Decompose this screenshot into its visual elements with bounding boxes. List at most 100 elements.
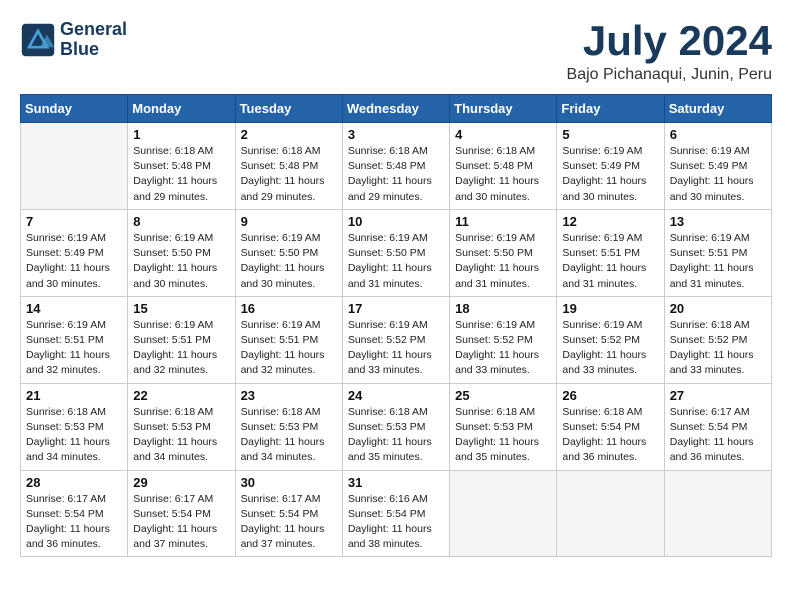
calendar-cell: 26 Sunrise: 6:18 AMSunset: 5:54 PMDayligh…	[557, 383, 664, 470]
column-header-monday: Monday	[128, 95, 235, 123]
calendar-cell: 30 Sunrise: 6:17 AMSunset: 5:54 PMDayligh…	[235, 470, 342, 557]
day-info: Sunrise: 6:19 AMSunset: 5:50 PMDaylight:…	[241, 231, 337, 292]
day-number: 16	[241, 301, 337, 316]
day-info: Sunrise: 6:17 AMSunset: 5:54 PMDaylight:…	[133, 492, 229, 553]
day-number: 14	[26, 301, 122, 316]
calendar-cell: 24 Sunrise: 6:18 AMSunset: 5:53 PMDayligh…	[342, 383, 449, 470]
day-info: Sunrise: 6:19 AMSunset: 5:51 PMDaylight:…	[670, 231, 766, 292]
day-info: Sunrise: 6:18 AMSunset: 5:53 PMDaylight:…	[133, 405, 229, 466]
day-info: Sunrise: 6:17 AMSunset: 5:54 PMDaylight:…	[670, 405, 766, 466]
day-info: Sunrise: 6:19 AMSunset: 5:52 PMDaylight:…	[562, 318, 658, 379]
day-info: Sunrise: 6:17 AMSunset: 5:54 PMDaylight:…	[241, 492, 337, 553]
calendar-cell	[450, 470, 557, 557]
calendar-cell: 25 Sunrise: 6:18 AMSunset: 5:53 PMDayligh…	[450, 383, 557, 470]
day-number: 22	[133, 388, 229, 403]
calendar-cell	[664, 470, 771, 557]
day-info: Sunrise: 6:19 AMSunset: 5:51 PMDaylight:…	[133, 318, 229, 379]
day-number: 11	[455, 214, 551, 229]
logo-line2: Blue	[60, 40, 127, 60]
calendar-cell: 9 Sunrise: 6:19 AMSunset: 5:50 PMDaylight…	[235, 209, 342, 296]
calendar-week-row: 14 Sunrise: 6:19 AMSunset: 5:51 PMDayligh…	[21, 296, 772, 383]
calendar-week-row: 1Sunrise: 6:18 AMSunset: 5:48 PMDaylight…	[21, 123, 772, 210]
calendar-cell: 3Sunrise: 6:18 AMSunset: 5:48 PMDaylight…	[342, 123, 449, 210]
day-info: Sunrise: 6:19 AMSunset: 5:52 PMDaylight:…	[455, 318, 551, 379]
calendar-cell: 21Sunrise: 6:18 AMSunset: 5:53 PMDayligh…	[21, 383, 128, 470]
day-info: Sunrise: 6:18 AMSunset: 5:54 PMDaylight:…	[562, 405, 658, 466]
calendar-cell: 11 Sunrise: 6:19 AMSunset: 5:50 PMDayligh…	[450, 209, 557, 296]
location-subtitle: Bajo Pichanaqui, Junin, Peru	[567, 66, 772, 84]
calendar-week-row: 21Sunrise: 6:18 AMSunset: 5:53 PMDayligh…	[21, 383, 772, 470]
calendar-cell: 4 Sunrise: 6:18 AMSunset: 5:48 PMDaylight…	[450, 123, 557, 210]
calendar-header-row: SundayMondayTuesdayWednesdayThursdayFrid…	[21, 95, 772, 123]
logo-text: General Blue	[60, 20, 127, 60]
day-info: Sunrise: 6:18 AMSunset: 5:48 PMDaylight:…	[241, 144, 337, 205]
calendar-cell	[557, 470, 664, 557]
day-info: Sunrise: 6:19 AMSunset: 5:49 PMDaylight:…	[562, 144, 658, 205]
calendar-cell: 13 Sunrise: 6:19 AMSunset: 5:51 PMDayligh…	[664, 209, 771, 296]
calendar-cell: 29 Sunrise: 6:17 AMSunset: 5:54 PMDayligh…	[128, 470, 235, 557]
column-header-tuesday: Tuesday	[235, 95, 342, 123]
day-number: 24	[348, 388, 444, 403]
calendar-cell: 6 Sunrise: 6:19 AMSunset: 5:49 PMDaylight…	[664, 123, 771, 210]
calendar-cell: 7Sunrise: 6:19 AMSunset: 5:49 PMDaylight…	[21, 209, 128, 296]
calendar-cell: 23 Sunrise: 6:18 AMSunset: 5:53 PMDayligh…	[235, 383, 342, 470]
day-info: Sunrise: 6:18 AMSunset: 5:53 PMDaylight:…	[26, 405, 122, 466]
day-number: 13	[670, 214, 766, 229]
day-number: 10	[348, 214, 444, 229]
day-info: Sunrise: 6:19 AMSunset: 5:50 PMDaylight:…	[133, 231, 229, 292]
title-area: July 2024 Bajo Pichanaqui, Junin, Peru	[567, 20, 772, 84]
calendar-week-row: 7Sunrise: 6:19 AMSunset: 5:49 PMDaylight…	[21, 209, 772, 296]
day-info: Sunrise: 6:18 AMSunset: 5:48 PMDaylight:…	[348, 144, 444, 205]
day-info: Sunrise: 6:18 AMSunset: 5:48 PMDaylight:…	[455, 144, 551, 205]
day-info: Sunrise: 6:19 AMSunset: 5:52 PMDaylight:…	[348, 318, 444, 379]
day-number: 30	[241, 475, 337, 490]
logo: General Blue	[20, 20, 127, 60]
calendar-week-row: 28 Sunrise: 6:17 AMSunset: 5:54 PMDayligh…	[21, 470, 772, 557]
calendar-cell: 31Sunrise: 6:16 AMSunset: 5:54 PMDayligh…	[342, 470, 449, 557]
calendar-cell: 18 Sunrise: 6:19 AMSunset: 5:52 PMDayligh…	[450, 296, 557, 383]
day-number: 26	[562, 388, 658, 403]
day-number: 4	[455, 127, 551, 142]
logo-line1: General	[60, 20, 127, 40]
calendar-cell: 15 Sunrise: 6:19 AMSunset: 5:51 PMDayligh…	[128, 296, 235, 383]
day-info: Sunrise: 6:19 AMSunset: 5:50 PMDaylight:…	[455, 231, 551, 292]
day-number: 6	[670, 127, 766, 142]
calendar-cell: 28Sunrise: 6:17 AMSunset: 5:54 PMDayligh…	[21, 470, 128, 557]
calendar-cell: 14Sunrise: 6:19 AMSunset: 5:51 PMDayligh…	[21, 296, 128, 383]
day-number: 9	[241, 214, 337, 229]
day-number: 19	[562, 301, 658, 316]
day-number: 23	[241, 388, 337, 403]
day-number: 29	[133, 475, 229, 490]
calendar-cell: 5Sunrise: 6:19 AMSunset: 5:49 PMDaylight…	[557, 123, 664, 210]
calendar-cell: 19 Sunrise: 6:19 AMSunset: 5:52 PMDayligh…	[557, 296, 664, 383]
day-info: Sunrise: 6:19 AMSunset: 5:49 PMDaylight:…	[26, 231, 122, 292]
calendar-cell: 12 Sunrise: 6:19 AMSunset: 5:51 PMDayligh…	[557, 209, 664, 296]
day-info: Sunrise: 6:19 AMSunset: 5:51 PMDaylight:…	[562, 231, 658, 292]
day-info: Sunrise: 6:18 AMSunset: 5:53 PMDaylight:…	[455, 405, 551, 466]
column-header-sunday: Sunday	[21, 95, 128, 123]
calendar-cell: 16 Sunrise: 6:19 AMSunset: 5:51 PMDayligh…	[235, 296, 342, 383]
calendar-cell	[21, 123, 128, 210]
day-number: 12	[562, 214, 658, 229]
day-info: Sunrise: 6:18 AMSunset: 5:53 PMDaylight:…	[241, 405, 337, 466]
day-number: 15	[133, 301, 229, 316]
calendar-cell: 20Sunrise: 6:18 AMSunset: 5:52 PMDayligh…	[664, 296, 771, 383]
day-number: 17	[348, 301, 444, 316]
calendar-cell: 1Sunrise: 6:18 AMSunset: 5:48 PMDaylight…	[128, 123, 235, 210]
month-title: July 2024	[567, 20, 772, 62]
day-number: 28	[26, 475, 122, 490]
day-info: Sunrise: 6:19 AMSunset: 5:49 PMDaylight:…	[670, 144, 766, 205]
day-number: 8	[133, 214, 229, 229]
page-header: General Blue July 2024 Bajo Pichanaqui, …	[20, 20, 772, 84]
calendar-cell: 2Sunrise: 6:18 AMSunset: 5:48 PMDaylight…	[235, 123, 342, 210]
column-header-thursday: Thursday	[450, 95, 557, 123]
day-info: Sunrise: 6:19 AMSunset: 5:51 PMDaylight:…	[241, 318, 337, 379]
day-info: Sunrise: 6:16 AMSunset: 5:54 PMDaylight:…	[348, 492, 444, 553]
logo-icon	[20, 22, 56, 58]
calendar-cell: 22 Sunrise: 6:18 AMSunset: 5:53 PMDayligh…	[128, 383, 235, 470]
day-number: 25	[455, 388, 551, 403]
column-header-saturday: Saturday	[664, 95, 771, 123]
calendar-table: SundayMondayTuesdayWednesdayThursdayFrid…	[20, 94, 772, 557]
day-number: 18	[455, 301, 551, 316]
day-info: Sunrise: 6:18 AMSunset: 5:53 PMDaylight:…	[348, 405, 444, 466]
